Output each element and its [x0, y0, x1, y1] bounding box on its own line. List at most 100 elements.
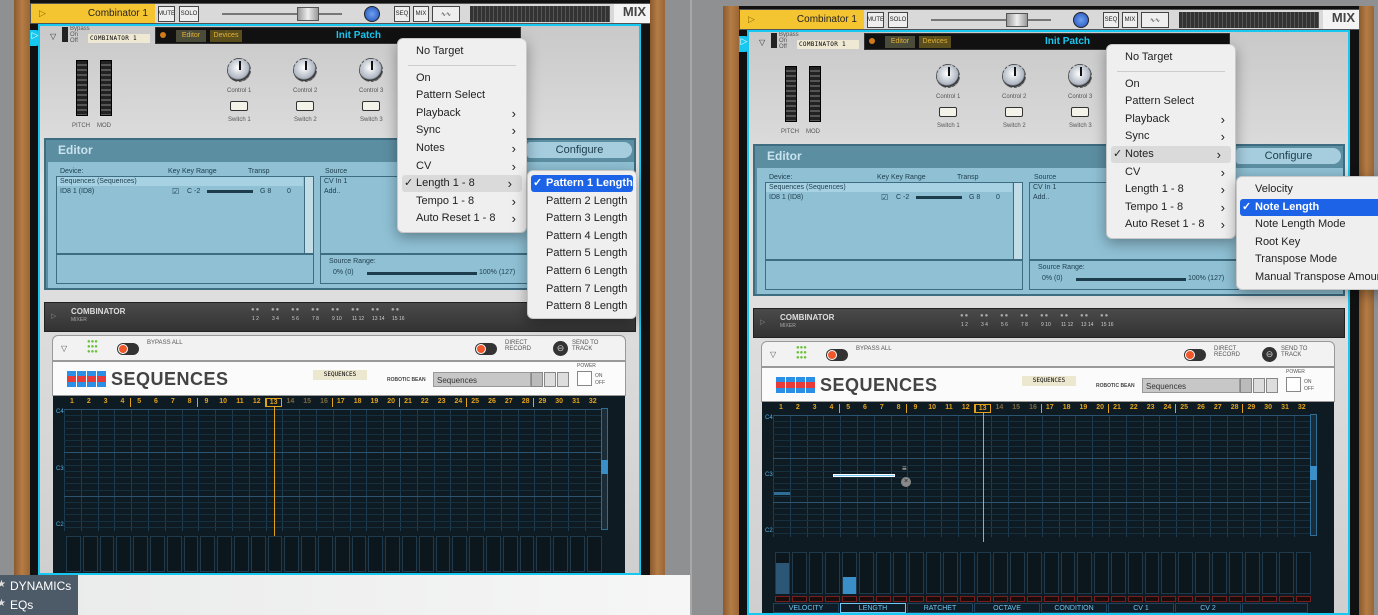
step-number[interactable]: 6	[148, 398, 164, 405]
direct-record-toggle[interactable]	[475, 343, 497, 355]
step-number[interactable]: 10	[924, 404, 940, 411]
gate-step[interactable]	[1010, 596, 1025, 602]
key-checkbox[interactable]: ☑	[881, 193, 888, 202]
gate-step[interactable]	[976, 596, 992, 602]
step-number[interactable]: 15	[1008, 404, 1024, 411]
lane-step[interactable]	[976, 552, 992, 594]
menu-item-on[interactable]: On	[398, 70, 526, 87]
step-number[interactable]: 5	[131, 398, 147, 405]
step-number[interactable]: 1	[64, 398, 80, 405]
lane-step[interactable]	[435, 536, 451, 572]
submenu-item-pattern-1-length[interactable]: ✓ Pattern 1 Length	[531, 175, 633, 192]
step-number[interactable]: 24	[450, 398, 466, 405]
submenu-item-pattern-2-length[interactable]: Pattern 2 Length	[528, 193, 636, 210]
device-fold-handle[interactable]: ▷	[30, 30, 40, 46]
step-number[interactable]: 28	[1227, 404, 1243, 411]
menu-item-tempo-1-8[interactable]: Tempo 1 - 8 ›	[398, 193, 526, 210]
lane-step[interactable]	[1178, 552, 1193, 594]
collapse-icon[interactable]: ▽	[61, 344, 67, 353]
lane-step[interactable]	[318, 536, 333, 572]
lane-step[interactable]	[1043, 552, 1059, 594]
volume-fader-track[interactable]	[222, 13, 342, 15]
note-delete-icon[interactable]: ×	[901, 477, 911, 487]
configure-button[interactable]: Configure	[527, 142, 632, 158]
key-range-slider[interactable]	[207, 190, 253, 193]
lane-step[interactable]	[959, 552, 975, 594]
submenu-item-pattern-5-length[interactable]: Pattern 5 Length	[528, 245, 636, 262]
save-icon[interactable]	[1266, 378, 1278, 393]
menu-item-no-target[interactable]: No Target	[398, 43, 526, 60]
gate-step[interactable]	[1077, 596, 1093, 602]
gate-step[interactable]	[1043, 596, 1059, 602]
lane-step[interactable]	[402, 536, 417, 572]
volume-fader-handle[interactable]	[297, 7, 319, 21]
step-number[interactable]: 16	[316, 398, 332, 405]
lane-step[interactable]	[926, 552, 941, 594]
lane-step[interactable]	[82, 536, 98, 572]
switch-2-button[interactable]	[296, 101, 314, 111]
lane-step[interactable]	[1111, 552, 1126, 594]
menu-item-auto-reset-1-8[interactable]: Auto Reset 1 - 8 ›	[398, 210, 526, 227]
gate-step[interactable]	[1144, 596, 1160, 602]
gate-step[interactable]	[1111, 596, 1126, 602]
device-fold-handle[interactable]: ▷	[739, 36, 749, 52]
lane-step[interactable]	[1211, 552, 1227, 594]
browser-item-dynamics[interactable]: ★ DYNAMICs	[0, 579, 78, 595]
gate-step[interactable]	[892, 596, 908, 602]
menu-item-sync[interactable]: Sync ›	[1107, 128, 1235, 145]
gate-step[interactable]	[1178, 596, 1193, 602]
bypass-switch[interactable]	[771, 33, 777, 48]
step-number[interactable]: 6	[857, 404, 873, 411]
step-number[interactable]: 19	[1075, 404, 1091, 411]
gate-step[interactable]	[825, 596, 841, 602]
lane-step[interactable]	[217, 536, 232, 572]
step-number[interactable]: 8	[891, 404, 907, 411]
pan-knob[interactable]	[1073, 12, 1089, 28]
control-3-knob[interactable]	[359, 58, 383, 82]
lane-step[interactable]	[791, 552, 807, 594]
submenu-item-root-key[interactable]: Root Key	[1237, 234, 1378, 251]
play-icon[interactable]: ▷	[748, 14, 755, 25]
note-block[interactable]	[774, 492, 790, 495]
patch-select-field[interactable]: Sequences	[433, 372, 531, 387]
lane-step[interactable]	[859, 552, 874, 594]
step-number[interactable]: 14	[991, 404, 1007, 411]
length-bar[interactable]	[843, 577, 856, 594]
menu-item-length-1-8[interactable]: Length 1 - 8 ›	[1107, 181, 1235, 198]
gate-step[interactable]	[842, 596, 857, 602]
waveform-icon[interactable]: ∿∿	[1141, 12, 1169, 28]
mute-button[interactable]: MUTE	[867, 12, 884, 28]
step-number[interactable]: 15	[299, 398, 315, 405]
track-name-tab[interactable]: ▷ Combinator 1	[31, 4, 155, 23]
lane-step[interactable]	[553, 536, 568, 572]
step-number[interactable]: 11	[232, 398, 248, 405]
gate-step[interactable]	[1295, 596, 1311, 602]
source-add[interactable]: Add..	[324, 188, 340, 195]
lane-step[interactable]	[502, 536, 518, 572]
menu-item-pattern-select[interactable]: Pattern Select	[398, 87, 526, 104]
lane-step[interactable]	[351, 536, 367, 572]
step-number[interactable]: 30	[1260, 404, 1276, 411]
lane-step[interactable]	[250, 536, 266, 572]
switch-3-button[interactable]	[1071, 107, 1089, 117]
step-number[interactable]: 29	[1243, 404, 1259, 411]
gate-step[interactable]	[1211, 596, 1227, 602]
step-number[interactable]: 17	[1042, 404, 1058, 411]
play-icon[interactable]: ▷	[39, 8, 46, 19]
lane-step[interactable]	[150, 536, 165, 572]
mute-button[interactable]: MUTE	[158, 6, 175, 22]
menu-item-playback[interactable]: Playback ›	[398, 105, 526, 122]
step-number[interactable]: 23	[434, 398, 450, 405]
switch-3-button[interactable]	[362, 101, 380, 111]
patch-select-field[interactable]: Sequences	[1142, 378, 1240, 393]
control-2-knob[interactable]	[293, 58, 317, 82]
solo-button[interactable]: SOLO	[179, 6, 199, 22]
step-number[interactable]: 16	[1025, 404, 1041, 411]
lane-step[interactable]	[586, 536, 602, 572]
menu-item-auto-reset-1-8[interactable]: Auto Reset 1 - 8 ›	[1107, 216, 1235, 233]
save-icon[interactable]	[557, 372, 569, 387]
source-range-slider[interactable]	[1076, 278, 1186, 281]
lane-step[interactable]	[1060, 552, 1076, 594]
menu-item-cv[interactable]: CV ›	[398, 158, 526, 175]
lane-step[interactable]	[1262, 552, 1277, 594]
